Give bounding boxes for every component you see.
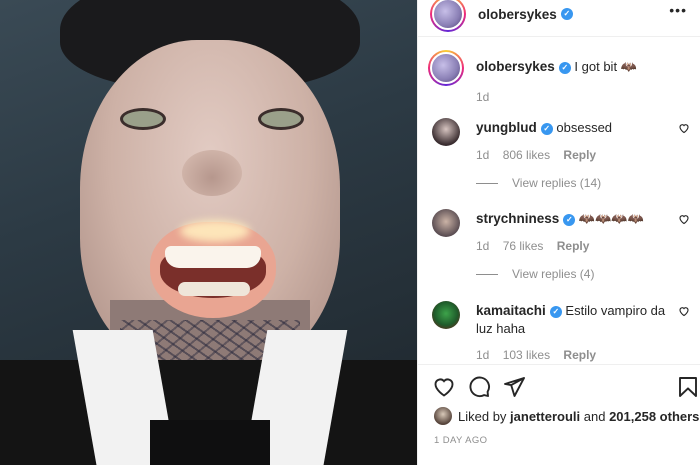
commenter-avatar[interactable] [432, 118, 460, 146]
author-username[interactable]: olobersykes [478, 7, 557, 22]
verified-badge-icon: ✓ [558, 61, 571, 74]
reply-button[interactable]: Reply [563, 148, 596, 162]
likes-others-count[interactable]: 201,258 others [609, 409, 699, 424]
photo-fangs [165, 246, 261, 268]
commenter-avatar[interactable] [432, 301, 460, 329]
comment-item: yungblud ✓ obsessed 1d 806 likes Reply [432, 118, 694, 164]
view-replies-label[interactable]: View replies (4) [512, 267, 594, 281]
comment-heart-icon[interactable] [678, 122, 690, 134]
heart-icon[interactable] [432, 375, 456, 399]
comment-heart-icon[interactable] [678, 305, 690, 317]
photo-lower-teeth [178, 282, 250, 296]
commenter-avatar[interactable] [432, 209, 460, 237]
caption-text: I got bit 🦇 [574, 59, 637, 74]
verified-badge-icon: ✓ [563, 213, 576, 226]
comment-icon[interactable] [467, 375, 491, 399]
likes-prefix: Liked by [458, 408, 507, 424]
photo-left-eye [120, 108, 166, 130]
more-options-icon[interactable]: ••• [669, 2, 687, 18]
paper-plane-icon[interactable] [502, 375, 526, 399]
likes-joiner: and [583, 408, 606, 424]
post-timestamp[interactable]: 1 DAY AGO [434, 435, 487, 446]
verified-badge-icon: ✓ [540, 122, 553, 135]
likes-summary: Liked by janetterouli and 201,258 others [434, 407, 699, 425]
view-replies-button[interactable]: View replies (14) [476, 176, 601, 190]
commenter-username[interactable]: yungblud [476, 120, 537, 135]
caption-username[interactable]: olobersykes [476, 59, 555, 74]
post-actions: Liked by janetterouli and 201,258 others… [418, 364, 700, 465]
comment-item: kamaitachi ✓ Estilo vampiro da luz haha 1… [432, 301, 694, 364]
caption-author-avatar[interactable] [428, 50, 464, 86]
liker-username[interactable]: janetterouli [510, 409, 580, 424]
view-replies-label[interactable]: View replies (14) [512, 176, 601, 190]
caption: olobersykes ✓ I got bit 🦇 1d [428, 50, 694, 106]
photo-tie [150, 420, 270, 465]
comment-text: obsessed [556, 120, 613, 135]
comment-text: 🦇🦇🦇🦇 [578, 211, 644, 226]
commenter-username[interactable]: strychniness [476, 211, 559, 226]
comment-likes[interactable]: 806 likes [503, 148, 550, 162]
comment-heart-icon[interactable] [678, 213, 690, 225]
comment-item: strychniness ✓ 🦇🦇🦇🦇 1d 76 likes Reply [432, 209, 694, 255]
replies-divider [476, 183, 498, 185]
reply-button[interactable]: Reply [563, 348, 596, 362]
bookmark-icon[interactable] [676, 375, 700, 399]
photo-light-glow [180, 220, 250, 242]
caption-age: 1d [476, 90, 490, 104]
post-header: olobersykes ✓ ••• [418, 0, 700, 37]
replies-divider [476, 274, 498, 276]
photo-nose [182, 150, 242, 196]
author-avatar[interactable] [430, 0, 466, 32]
comment-likes[interactable]: 103 likes [503, 348, 550, 362]
post-side-panel: olobersykes ✓ ••• olobersykes ✓ I got bit… [417, 0, 700, 465]
commenter-username[interactable]: kamaitachi [476, 303, 546, 318]
view-replies-button[interactable]: View replies (4) [476, 267, 594, 281]
comment-age: 1d [476, 348, 490, 362]
post-photo[interactable] [0, 0, 417, 465]
verified-badge-icon: ✓ [549, 305, 562, 318]
reply-button[interactable]: Reply [557, 239, 590, 253]
liker-avatar[interactable] [434, 407, 452, 425]
comment-likes[interactable]: 76 likes [503, 239, 544, 253]
comment-age: 1d [476, 239, 490, 253]
verified-badge-icon: ✓ [560, 8, 573, 20]
comment-age: 1d [476, 148, 490, 162]
photo-right-eye [258, 108, 304, 130]
